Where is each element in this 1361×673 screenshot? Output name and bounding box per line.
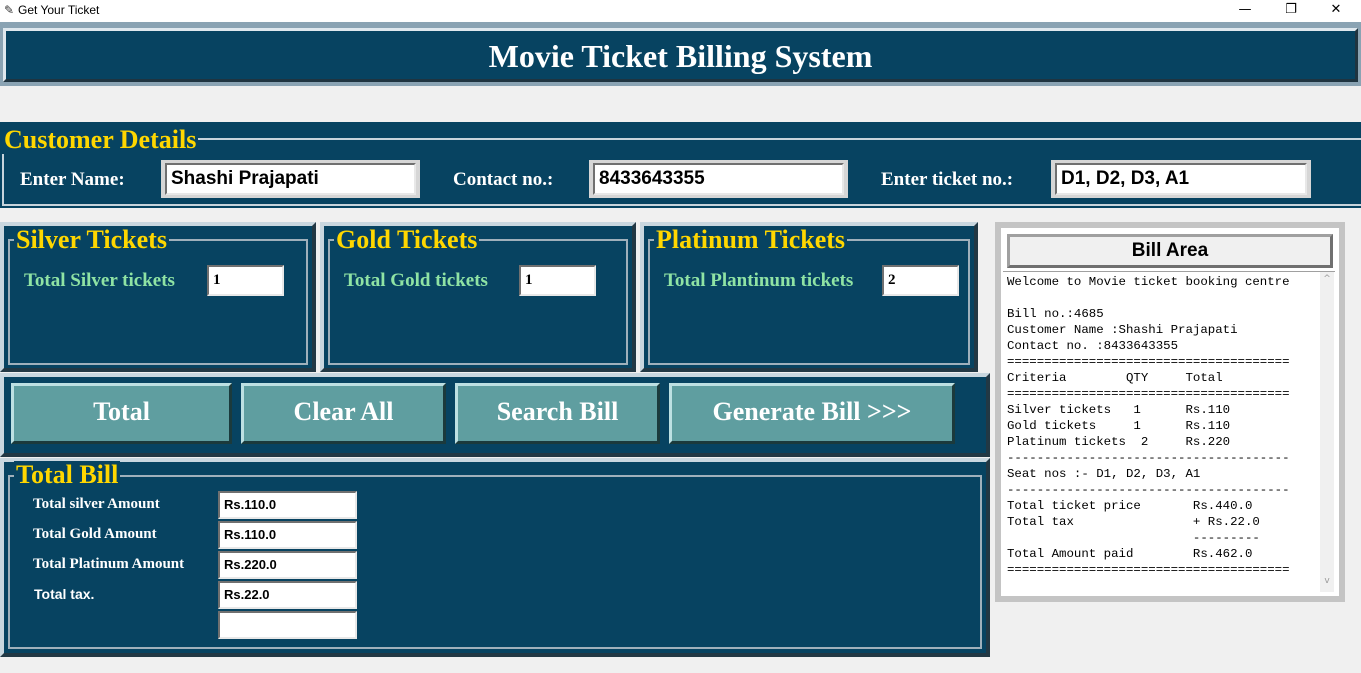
- total-gold-amount-label: Total Gold Amount: [33, 526, 157, 542]
- silver-tickets-input[interactable]: 1: [207, 265, 284, 296]
- name-field[interactable]: Shashi Prajapati: [165, 163, 416, 195]
- total-bill-legend: Total Bill: [14, 460, 121, 489]
- feather-icon: ✎: [4, 3, 15, 17]
- close-button[interactable]: ✕: [1313, 0, 1359, 22]
- silver-tickets-label: Total Silver tickets: [24, 270, 175, 291]
- name-label: Enter Name:: [20, 169, 125, 190]
- platinum-tickets-border: [648, 239, 970, 365]
- scroll-down-icon[interactable]: v: [1320, 576, 1334, 586]
- ticket-no-label: Enter ticket no.:: [881, 169, 1014, 190]
- maximize-button[interactable]: ❐: [1268, 0, 1314, 22]
- window-title-bar: [0, 0, 1361, 22]
- total-button[interactable]: Total: [11, 383, 232, 444]
- total-tax-label: Total tax.: [34, 586, 95, 602]
- total-silver-amount-label: Total silver Amount: [33, 496, 160, 512]
- generate-bill-button[interactable]: Generate Bill >>>: [669, 383, 955, 444]
- scroll-up-icon[interactable]: ^: [1320, 274, 1334, 284]
- minimize-button[interactable]: —: [1222, 0, 1268, 22]
- total-tax-field[interactable]: Rs.22.0: [218, 581, 357, 609]
- total-gold-amount-field[interactable]: Rs.110.0: [218, 521, 357, 549]
- platinum-tickets-label: Total Plantinum tickets: [664, 270, 854, 291]
- total-platinum-amount-label: Total Platinum Amount: [33, 556, 185, 572]
- contact-label: Contact no.:: [453, 169, 554, 190]
- platinum-tickets-input[interactable]: 2: [882, 265, 959, 296]
- bill-scrollbar[interactable]: [1320, 272, 1334, 592]
- bill-area-heading: Bill Area: [1007, 234, 1333, 268]
- total-silver-amount-field[interactable]: Rs.110.0: [218, 491, 357, 519]
- clear-all-button[interactable]: Clear All: [241, 383, 446, 444]
- bill-text: Welcome to Movie ticket booking centre B…: [1007, 275, 1290, 577]
- platinum-tickets-legend: Platinum Tickets: [654, 225, 848, 254]
- gold-tickets-legend: Gold Tickets: [334, 225, 480, 254]
- contact-field[interactable]: 8433643355: [593, 163, 844, 195]
- gold-tickets-input[interactable]: 1: [519, 265, 596, 296]
- gold-tickets-border: [328, 239, 628, 365]
- grand-total-field[interactable]: [218, 611, 357, 639]
- total-platinum-amount-field[interactable]: Rs.220.0: [218, 551, 357, 579]
- window-title: Get Your Ticket: [18, 3, 100, 17]
- silver-tickets-legend: Silver Tickets: [14, 225, 169, 254]
- search-bill-button[interactable]: Search Bill: [455, 383, 660, 444]
- gold-tickets-label: Total Gold tickets: [344, 270, 488, 291]
- ticket-no-field[interactable]: D1, D2, D3, A1: [1055, 163, 1307, 195]
- silver-tickets-border: [8, 239, 308, 365]
- customer-details-legend: Customer Details: [2, 125, 199, 154]
- page-title: Movie Ticket Billing System: [488, 38, 873, 74]
